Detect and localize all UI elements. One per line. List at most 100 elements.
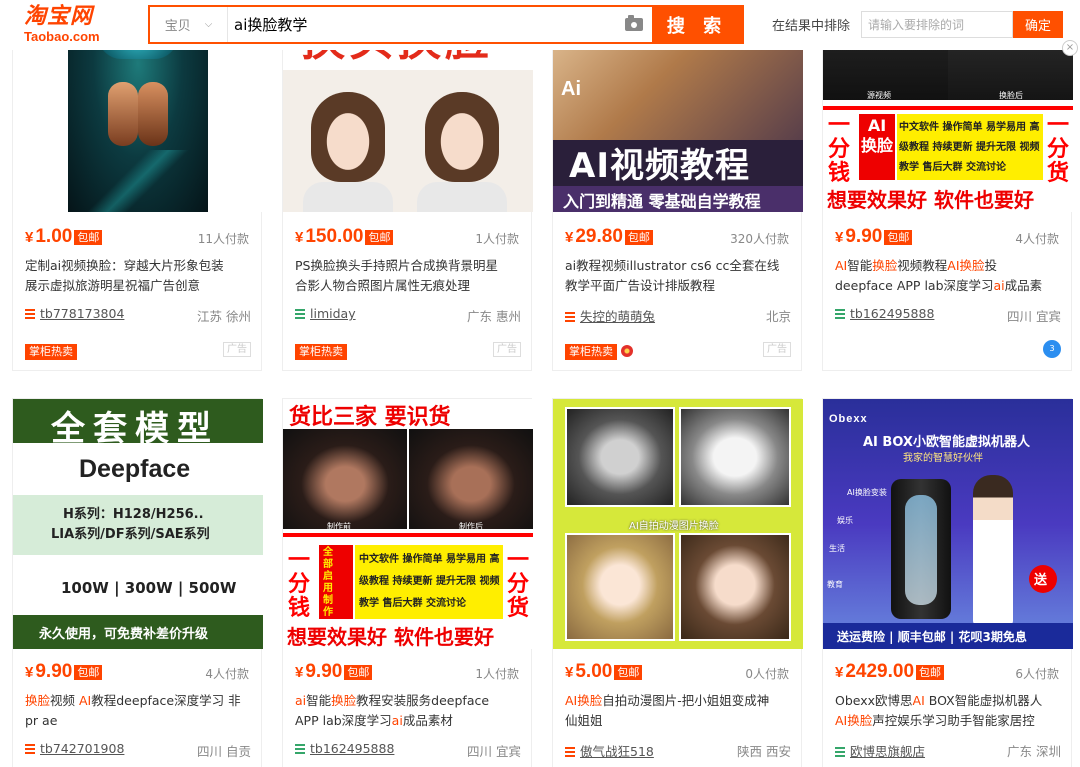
free-shipping-badge: 包邮: [884, 229, 913, 245]
product-card[interactable]: 换头换脸 ¥150.00 包邮 1人付款 PS换脸换头手持照片合成换背景明星 合…: [282, 0, 533, 371]
product-price: ¥9.90 包邮: [835, 226, 913, 248]
ad-tag: 广告: [763, 342, 791, 357]
search-button[interactable]: 搜 索: [652, 7, 742, 42]
product-title[interactable]: Obexx欧博思AI BOX智能虚拟机器人 AI换脸声控娱乐学习助手智能家居控: [835, 691, 1067, 731]
product-title[interactable]: ai智能换脸教程安装服务deepface APP lab深度学习ai成品素材: [295, 691, 527, 731]
image-features: 中文软件 操作简单 易学易用 高级教程 持续更新 提升无限 视频教学 售后大群 …: [899, 122, 1040, 173]
product-card[interactable]: AI自拍动漫图片换脸 ¥5.00 包邮 0人付款 AI换脸自拍动漫图片-把小姐姐…: [552, 398, 803, 767]
image-overlay-title: AI视频教程: [569, 146, 750, 186]
image-logo-text: Ai: [561, 78, 581, 100]
free-shipping-badge: 包邮: [344, 664, 373, 680]
shop-location: 江苏 徐州: [197, 309, 251, 324]
chevron-down-icon: ⌵: [204, 19, 213, 30]
image-text-left: 一分钱: [287, 548, 310, 621]
shop-row: 傲气战狂518 陕西 西安: [565, 741, 791, 760]
image-feature-label: 娱乐: [837, 516, 853, 525]
shop-link[interactable]: 欧博思旗舰店: [850, 744, 925, 759]
product-card[interactable]: Obexx AI BOX小欧智能虚拟机器人 我家的智慧好伙伴 AI换脸变装 娱乐…: [822, 398, 1073, 767]
shop-row: 失控的萌萌兔 北京: [565, 306, 791, 325]
product-card[interactable]: 全套模型 Deepface H系列：H128/H256.. LIA系列/DF系列…: [12, 398, 263, 767]
product-price: ¥2429.00 包邮: [835, 661, 945, 683]
search-input[interactable]: [228, 7, 616, 42]
product-title[interactable]: 换脸视频 AI教程deepface深度学习 非 pr ae: [25, 691, 257, 731]
top-bar: 淘宝网 Taobao.com 宝贝 ⌵ 搜 索 在结果中排除 确定: [0, 0, 1080, 50]
camera-icon[interactable]: [616, 7, 652, 42]
shop-link[interactable]: limiday: [310, 306, 356, 321]
product-image[interactable]: 全套模型 Deepface H系列：H128/H256.. LIA系列/DF系列…: [13, 399, 263, 649]
image-overlay-title: AI BOX小欧智能虚拟机器人: [863, 435, 1030, 450]
shop-location: 四川 自贡: [197, 744, 251, 759]
product-title[interactable]: AI换脸自拍动漫图片-把小姐姐变成神 仙姐姐: [565, 691, 797, 731]
image-caption-left: 源视频: [867, 91, 891, 100]
product-title-line: ai教程视频illustrator cs6 cc全套在线: [565, 258, 780, 273]
product-title-line: AI换脸自拍动漫图片-把小姐姐变成神: [565, 693, 770, 708]
image-gift-badge: 送: [1034, 573, 1048, 588]
product-title[interactable]: 定制ai视频换脸：穿越大片形象包装 展示虚拟旅游明星祝福广告创意: [25, 256, 257, 296]
image-brand-text: Obexx: [829, 413, 868, 425]
product-title-line: PS换脸换头手持照片合成换背景明星: [295, 258, 498, 273]
exclude-label: 在结果中排除: [772, 19, 851, 34]
logo-subtext: Taobao.com: [24, 29, 100, 44]
logo-text: 淘宝网: [24, 3, 94, 29]
exclude-input[interactable]: [861, 11, 1013, 38]
product-title-line: 合影人物合照图片属性无痕处理: [295, 278, 471, 293]
sold-count: 6人付款: [1015, 667, 1059, 681]
free-shipping-badge: 包邮: [365, 229, 394, 245]
product-image[interactable]: Obexx AI BOX小欧智能虚拟机器人 我家的智慧好伙伴 AI换脸变装 娱乐…: [823, 399, 1073, 649]
ad-tag: 广告: [493, 342, 521, 357]
product-price: ¥150.00 包邮: [295, 226, 394, 248]
free-shipping-badge: 包邮: [624, 229, 653, 245]
shop-row: tb162495888 四川 宜宾: [835, 306, 1061, 324]
product-title[interactable]: PS换脸换头手持照片合成换背景明星 合影人物合照图片属性无痕处理: [295, 256, 527, 296]
shop-link[interactable]: tb162495888: [310, 741, 394, 756]
product-title[interactable]: AI智能换脸视频教程AI换脸投 deepface APP lab深度学习ai成品…: [835, 256, 1067, 296]
image-feature-label: 生活: [829, 544, 845, 553]
shop-icon: [295, 744, 305, 754]
shop-icon: [25, 744, 35, 754]
image-text-right: 一分货: [506, 548, 529, 621]
exclude-confirm-button[interactable]: 确定: [1013, 11, 1063, 38]
shop-location: 四川 宜宾: [467, 744, 521, 759]
hot-sale-tag: 掌柜热卖: [565, 344, 617, 360]
shop-link[interactable]: tb778173804: [40, 306, 124, 321]
image-caption-right: 换脸后: [999, 91, 1023, 100]
product-card[interactable]: Ai AI视频教程 入门到精通 零基础自学教程 ¥29.80 包邮 320人付款…: [552, 0, 803, 371]
product-title-line: APP lab深度学习ai成品素材: [295, 713, 453, 728]
image-caption-right: 制作后: [459, 522, 483, 531]
shop-link[interactable]: tb742701908: [40, 741, 124, 756]
shop-link[interactable]: 傲气战狂518: [580, 744, 654, 759]
free-shipping-badge: 包邮: [916, 664, 945, 680]
sold-count: 320人付款: [730, 232, 789, 246]
product-card[interactable]: 货比三家 要识货 制作前 制作后 一分钱 全部启用制作 中文软件 操作简单 易学…: [282, 398, 533, 767]
tag-row: 3: [835, 340, 1061, 358]
taobao-logo[interactable]: 淘宝网 Taobao.com: [24, 4, 116, 46]
product-card[interactable]: ¥1.00 包邮 11人付款 定制ai视频换脸：穿越大片形象包装 展示虚拟旅游明…: [12, 0, 263, 371]
image-mid-label: 全部启用制作: [323, 547, 333, 618]
search-category-select[interactable]: 宝贝 ⌵: [150, 7, 228, 42]
product-image[interactable]: 货比三家 要识货 制作前 制作后 一分钱 全部启用制作 中文软件 操作简单 易学…: [283, 399, 533, 649]
close-icon[interactable]: ×: [1062, 40, 1078, 56]
product-title[interactable]: ai教程视频illustrator cs6 cc全套在线 教学平面广告设计排版教…: [565, 256, 797, 296]
shop-location: 四川 宜宾: [1007, 309, 1061, 324]
shop-icon: [835, 309, 845, 319]
free-shipping-badge: 包邮: [74, 229, 103, 245]
image-overlay-subtitle: 入门到精通 零基础自学教程: [563, 192, 761, 211]
product-image[interactable]: AI自拍动漫图片换脸: [553, 399, 803, 649]
product-price: ¥29.80 包邮: [565, 226, 653, 248]
product-title-line: 仙姐姐: [565, 713, 603, 728]
image-footer-text: 永久使用，可免费补差价升级: [39, 627, 209, 642]
image-ai-label: AI换脸: [861, 116, 894, 155]
product-title-line: 换脸视频 AI教程deepface深度学习 非: [25, 693, 241, 708]
shop-icon: [565, 312, 575, 322]
shop-row: limiday 广东 惠州: [295, 306, 521, 324]
shop-link[interactable]: tb162495888: [850, 306, 934, 321]
shop-location: 广东 惠州: [467, 309, 521, 324]
chat-bubble-icon[interactable]: 3: [1043, 340, 1061, 358]
shop-link[interactable]: 失控的萌萌兔: [580, 309, 655, 324]
search-category-label: 宝贝: [164, 19, 191, 34]
sold-count: 11人付款: [197, 232, 249, 246]
shop-location: 北京: [765, 309, 791, 324]
product-card[interactable]: 源视频 换脸后 一分钱 AI换脸 中文软件 操作简单 易学易用 高级教程 持续更…: [822, 0, 1073, 371]
product-title-line: pr ae: [25, 713, 58, 728]
image-brand-text: Deepface: [79, 455, 191, 483]
